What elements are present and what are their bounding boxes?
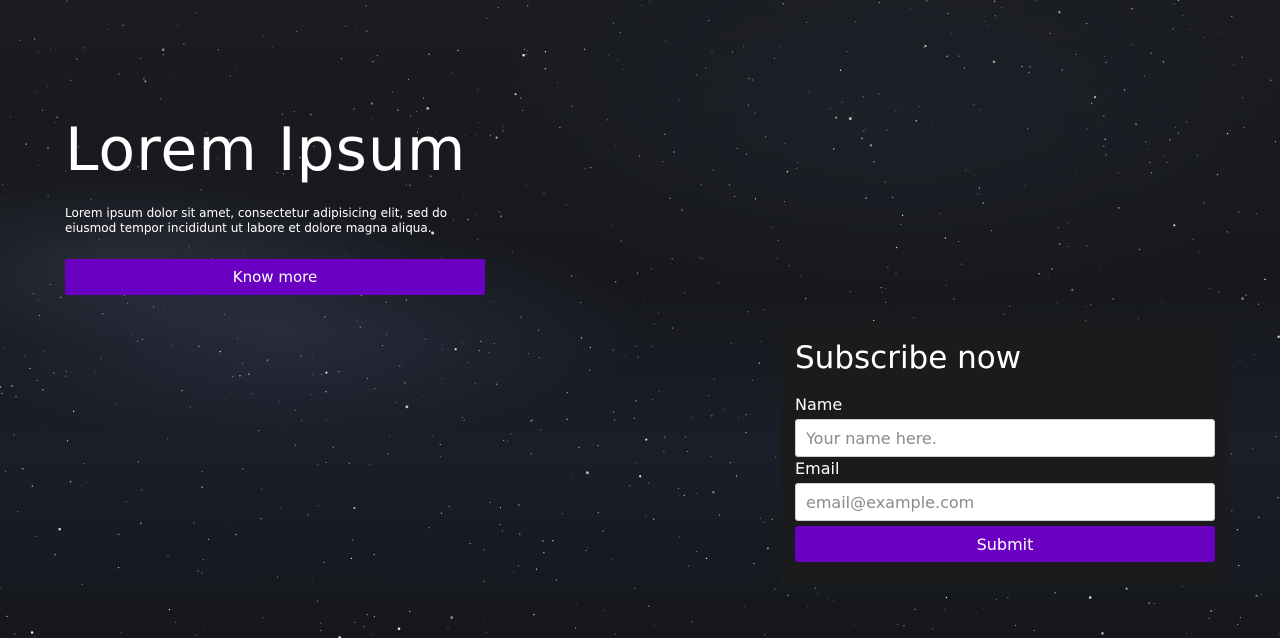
hero-title: Lorem Ipsum xyxy=(65,115,467,185)
hero-section: Lorem Ipsum Lorem ipsum dolor sit amet, … xyxy=(65,110,485,295)
subscribe-title: Subscribe now xyxy=(795,340,1022,376)
know-more-button[interactable]: Know more xyxy=(65,259,485,295)
email-input[interactable] xyxy=(795,483,1215,521)
name-label: Name xyxy=(795,395,843,414)
submit-button[interactable]: Submit xyxy=(795,526,1215,562)
subscribe-panel: Subscribe now Name Email Submit xyxy=(780,321,1230,586)
hero-description: Lorem ipsum dolor sit amet, consectetur … xyxy=(65,206,448,235)
email-label: Email xyxy=(795,459,840,478)
name-input[interactable] xyxy=(795,419,1215,457)
